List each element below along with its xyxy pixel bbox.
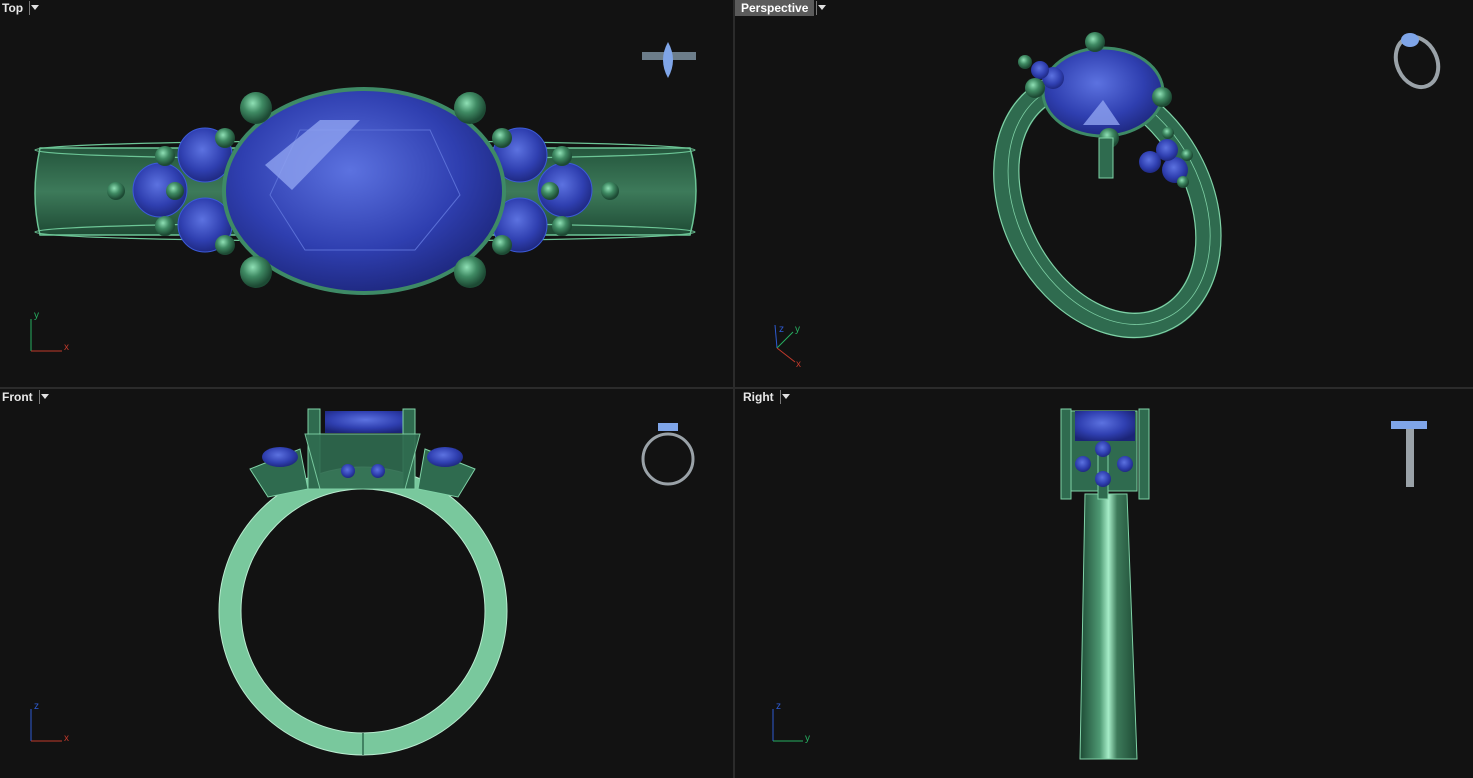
viewport-title-right[interactable]: Right: [741, 389, 791, 405]
right-view-ring-render: [1060, 408, 1150, 760]
chevron-down-icon[interactable]: [816, 1, 827, 15]
chevron-down-icon[interactable]: [779, 390, 791, 404]
chevron-down-icon[interactable]: [38, 390, 50, 404]
viewport-perspective[interactable]: z y x Perspective: [735, 0, 1473, 387]
viewport-title-label: Right: [743, 390, 774, 404]
top-view-ring-render: [34, 87, 697, 295]
viewport-title-perspective[interactable]: Perspective: [735, 0, 827, 16]
viewport-right[interactable]: z y Right: [735, 389, 1473, 778]
viewport-front[interactable]: z x Front: [0, 389, 733, 778]
perspective-view-ring-render: [993, 32, 1222, 339]
viewport-top[interactable]: y x Top: [0, 0, 733, 387]
viewport-title-label: Top: [2, 1, 24, 15]
viewport-title-label: Front: [2, 390, 33, 404]
front-view-ring-render: [218, 408, 508, 756]
viewport-title-front[interactable]: Front: [0, 389, 50, 405]
viewport-title-top[interactable]: Top: [0, 0, 40, 16]
viewport-title-label: Perspective: [735, 0, 815, 16]
chevron-down-icon[interactable]: [29, 1, 40, 15]
